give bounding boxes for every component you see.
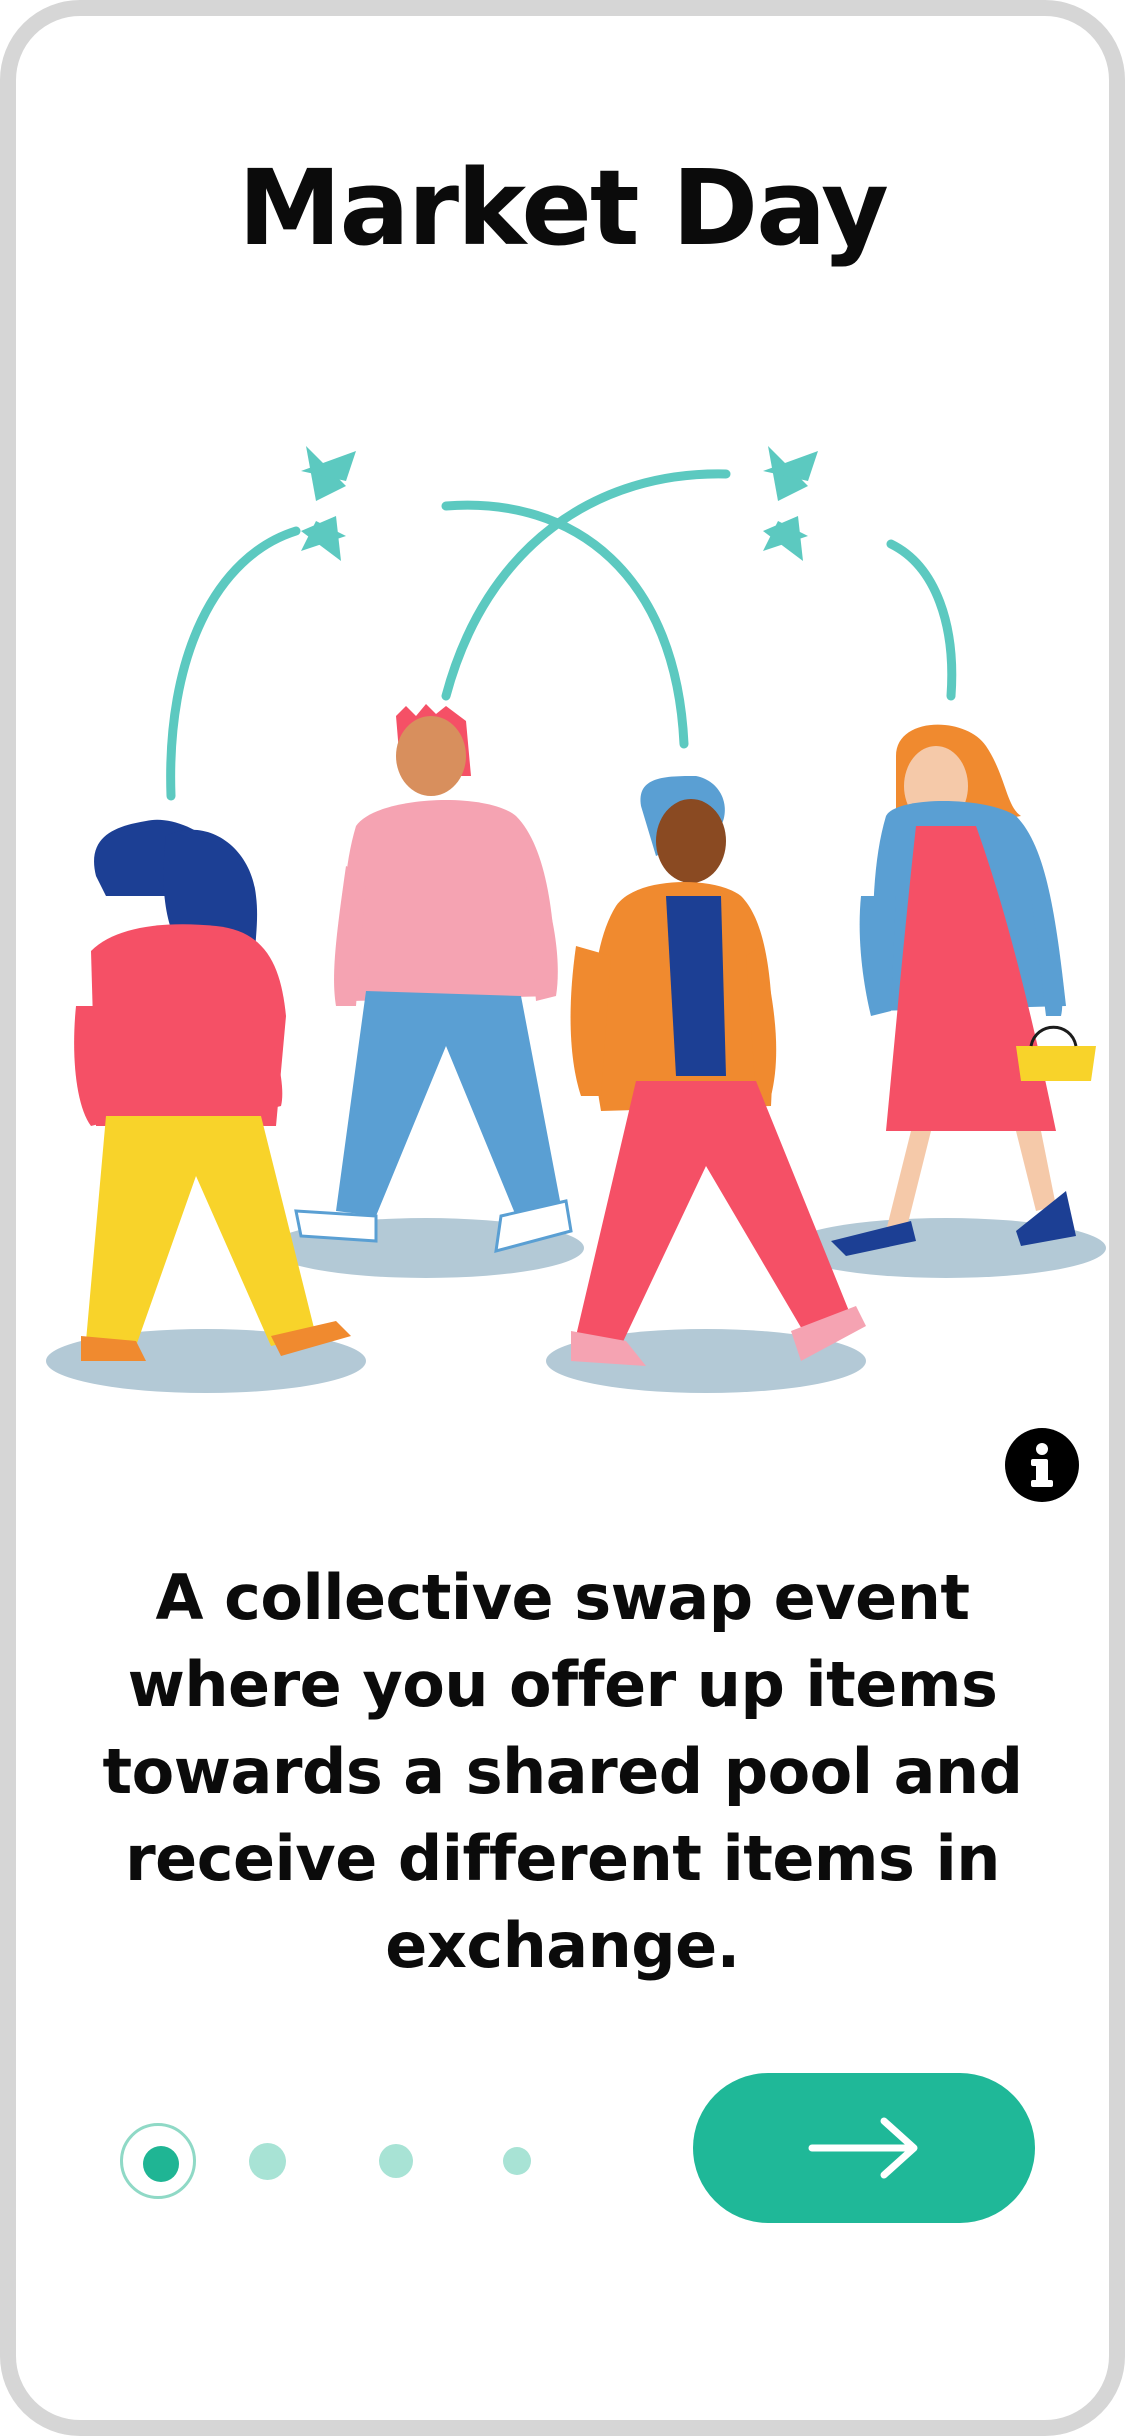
info-button[interactable] bbox=[1005, 1428, 1079, 1502]
page-indicator bbox=[16, 2116, 616, 2206]
swap-arrows bbox=[166, 469, 957, 801]
ground-shadows bbox=[46, 1218, 1106, 1393]
person-orange-jacket bbox=[570, 776, 866, 1366]
next-button[interactable] bbox=[693, 2073, 1035, 2223]
page-dot[interactable] bbox=[379, 2144, 413, 2178]
phone-frame: Market Day A collective swap event where… bbox=[0, 0, 1125, 2436]
info-icon bbox=[1031, 1443, 1053, 1487]
person-blue-hair bbox=[74, 819, 351, 1361]
page-dot-active[interactable] bbox=[120, 2123, 196, 2199]
page-dot[interactable] bbox=[249, 2143, 286, 2180]
page-title: Market Day bbox=[238, 147, 889, 269]
page-dot[interactable] bbox=[503, 2147, 531, 2175]
person-blue-blazer bbox=[831, 724, 1096, 1256]
person-pink-hoodie bbox=[294, 704, 573, 1254]
event-description: A collective swap event where you offer … bbox=[102, 1561, 1023, 1982]
arrow-right-icon bbox=[808, 2117, 918, 2179]
swap-arrowheads bbox=[301, 446, 818, 561]
walking-people-illustration bbox=[46, 446, 1106, 1393]
